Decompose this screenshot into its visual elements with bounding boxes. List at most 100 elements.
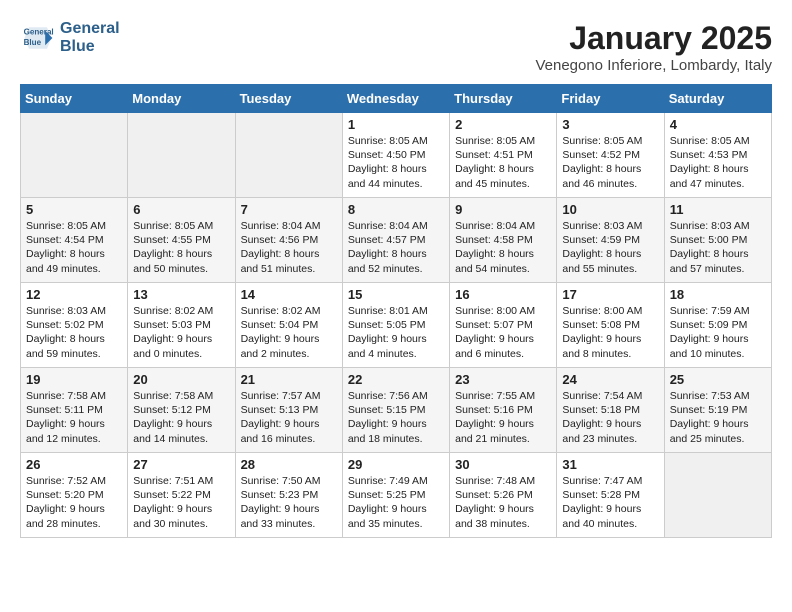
weekday-header-wednesday: Wednesday [342,85,449,113]
calendar-week-row: 26 Sunrise: 7:52 AM Sunset: 5:20 PM Dayli… [21,453,772,538]
day-number: 16 [455,287,551,302]
calendar-day-7: 7 Sunrise: 8:04 AM Sunset: 4:56 PM Daylig… [235,198,342,283]
calendar-day-10: 10Sunrise: 8:03 AM Sunset: 4:59 PM Dayli… [557,198,664,283]
logo-text-general: General [60,20,120,38]
day-info: Sunrise: 7:50 AM Sunset: 5:23 PM Dayligh… [241,474,337,531]
calendar-empty-cell [21,113,128,198]
logo-text-blue: Blue [60,38,120,56]
calendar-day-2: 2 Sunrise: 8:05 AM Sunset: 4:51 PM Daylig… [450,113,557,198]
calendar-day-13: 13Sunrise: 8:02 AM Sunset: 5:03 PM Dayli… [128,283,235,368]
day-info: Sunrise: 7:53 AM Sunset: 5:19 PM Dayligh… [670,389,766,446]
page-header: General Blue General Blue January 2025 V… [20,20,772,74]
title-area: January 2025 Venegono Inferiore, Lombard… [535,20,772,74]
calendar-title: January 2025 [535,20,772,57]
day-info: Sunrise: 7:59 AM Sunset: 5:09 PM Dayligh… [670,304,766,361]
weekday-header-sunday: Sunday [21,85,128,113]
day-info: Sunrise: 8:00 AM Sunset: 5:07 PM Dayligh… [455,304,551,361]
calendar-subtitle: Venegono Inferiore, Lombardy, Italy [535,57,772,74]
day-info: Sunrise: 8:00 AM Sunset: 5:08 PM Dayligh… [562,304,658,361]
calendar-day-9: 9Sunrise: 8:04 AM Sunset: 4:58 PM Daylig… [450,198,557,283]
calendar-week-row: 12 Sunrise: 8:03 AM Sunset: 5:02 PM Dayli… [21,283,772,368]
calendar-day-8: 8Sunrise: 8:04 AM Sunset: 4:57 PM Daylig… [342,198,449,283]
calendar-day-28: 28 Sunrise: 7:50 AM Sunset: 5:23 PM Dayli… [235,453,342,538]
day-info: Sunrise: 8:05 AM Sunset: 4:52 PM Dayligh… [562,134,658,191]
calendar-day-18: 18 Sunrise: 7:59 AM Sunset: 5:09 PM Dayli… [664,283,771,368]
day-number: 27 [133,457,229,472]
day-number: 5 [26,202,122,217]
day-info: Sunrise: 7:54 AM Sunset: 5:18 PM Dayligh… [562,389,658,446]
calendar-day-21: 21Sunrise: 7:57 AM Sunset: 5:13 PM Dayli… [235,368,342,453]
day-info: Sunrise: 7:56 AM Sunset: 5:15 PM Dayligh… [348,389,444,446]
day-info: Sunrise: 8:05 AM Sunset: 4:55 PM Dayligh… [133,219,229,276]
day-info: Sunrise: 8:04 AM Sunset: 4:58 PM Dayligh… [455,219,551,276]
day-info: Sunrise: 7:51 AM Sunset: 5:22 PM Dayligh… [133,474,229,531]
calendar-week-row: 1Sunrise: 8:05 AM Sunset: 4:50 PM Daylig… [21,113,772,198]
calendar-day-25: 25 Sunrise: 7:53 AM Sunset: 5:19 PM Dayli… [664,368,771,453]
calendar-day-27: 27 Sunrise: 7:51 AM Sunset: 5:22 PM Dayli… [128,453,235,538]
weekday-header-tuesday: Tuesday [235,85,342,113]
day-info: Sunrise: 7:58 AM Sunset: 5:11 PM Dayligh… [26,389,122,446]
day-number: 30 [455,457,551,472]
calendar-day-1: 1Sunrise: 8:05 AM Sunset: 4:50 PM Daylig… [342,113,449,198]
weekday-header-row: SundayMondayTuesdayWednesdayThursdayFrid… [21,85,772,113]
day-number: 29 [348,457,444,472]
day-number: 6 [133,202,229,217]
day-number: 3 [562,117,658,132]
calendar-day-6: 6 Sunrise: 8:05 AM Sunset: 4:55 PM Daylig… [128,198,235,283]
day-info: Sunrise: 8:01 AM Sunset: 5:05 PM Dayligh… [348,304,444,361]
day-number: 11 [670,202,766,217]
calendar-day-4: 4 Sunrise: 8:05 AM Sunset: 4:53 PM Daylig… [664,113,771,198]
calendar-week-row: 19 Sunrise: 7:58 AM Sunset: 5:11 PM Dayli… [21,368,772,453]
day-number: 10 [562,202,658,217]
day-number: 2 [455,117,551,132]
day-info: Sunrise: 8:05 AM Sunset: 4:51 PM Dayligh… [455,134,551,191]
day-number: 28 [241,457,337,472]
day-number: 4 [670,117,766,132]
calendar-day-16: 16 Sunrise: 8:00 AM Sunset: 5:07 PM Dayli… [450,283,557,368]
calendar-day-12: 12 Sunrise: 8:03 AM Sunset: 5:02 PM Dayli… [21,283,128,368]
day-number: 18 [670,287,766,302]
calendar-day-3: 3 Sunrise: 8:05 AM Sunset: 4:52 PM Daylig… [557,113,664,198]
calendar-table: SundayMondayTuesdayWednesdayThursdayFrid… [20,84,772,538]
day-info: Sunrise: 8:03 AM Sunset: 5:02 PM Dayligh… [26,304,122,361]
calendar-day-29: 29Sunrise: 7:49 AM Sunset: 5:25 PM Dayli… [342,453,449,538]
calendar-day-14: 14Sunrise: 8:02 AM Sunset: 5:04 PM Dayli… [235,283,342,368]
calendar-day-17: 17Sunrise: 8:00 AM Sunset: 5:08 PM Dayli… [557,283,664,368]
day-number: 25 [670,372,766,387]
day-number: 26 [26,457,122,472]
day-info: Sunrise: 7:55 AM Sunset: 5:16 PM Dayligh… [455,389,551,446]
day-info: Sunrise: 7:52 AM Sunset: 5:20 PM Dayligh… [26,474,122,531]
day-number: 12 [26,287,122,302]
calendar-day-22: 22Sunrise: 7:56 AM Sunset: 5:15 PM Dayli… [342,368,449,453]
calendar-day-20: 20 Sunrise: 7:58 AM Sunset: 5:12 PM Dayli… [128,368,235,453]
svg-text:Blue: Blue [24,38,42,47]
logo: General Blue General Blue [20,20,120,56]
day-number: 7 [241,202,337,217]
day-info: Sunrise: 8:03 AM Sunset: 5:00 PM Dayligh… [670,219,766,276]
calendar-day-11: 11 Sunrise: 8:03 AM Sunset: 5:00 PM Dayli… [664,198,771,283]
weekday-header-thursday: Thursday [450,85,557,113]
day-info: Sunrise: 7:47 AM Sunset: 5:28 PM Dayligh… [562,474,658,531]
calendar-empty-cell [664,453,771,538]
day-number: 20 [133,372,229,387]
calendar-day-23: 23Sunrise: 7:55 AM Sunset: 5:16 PM Dayli… [450,368,557,453]
day-info: Sunrise: 7:48 AM Sunset: 5:26 PM Dayligh… [455,474,551,531]
calendar-day-5: 5 Sunrise: 8:05 AM Sunset: 4:54 PM Daylig… [21,198,128,283]
calendar-day-15: 15 Sunrise: 8:01 AM Sunset: 5:05 PM Dayli… [342,283,449,368]
day-info: Sunrise: 8:04 AM Sunset: 4:57 PM Dayligh… [348,219,444,276]
logo-icon: General Blue [20,20,56,56]
day-number: 19 [26,372,122,387]
day-info: Sunrise: 8:05 AM Sunset: 4:53 PM Dayligh… [670,134,766,191]
calendar-day-19: 19 Sunrise: 7:58 AM Sunset: 5:11 PM Dayli… [21,368,128,453]
day-number: 13 [133,287,229,302]
calendar-week-row: 5 Sunrise: 8:05 AM Sunset: 4:54 PM Daylig… [21,198,772,283]
weekday-header-friday: Friday [557,85,664,113]
day-number: 24 [562,372,658,387]
calendar-empty-cell [235,113,342,198]
day-number: 15 [348,287,444,302]
day-info: Sunrise: 7:58 AM Sunset: 5:12 PM Dayligh… [133,389,229,446]
day-number: 21 [241,372,337,387]
day-number: 14 [241,287,337,302]
day-info: Sunrise: 8:04 AM Sunset: 4:56 PM Dayligh… [241,219,337,276]
day-info: Sunrise: 8:05 AM Sunset: 4:54 PM Dayligh… [26,219,122,276]
